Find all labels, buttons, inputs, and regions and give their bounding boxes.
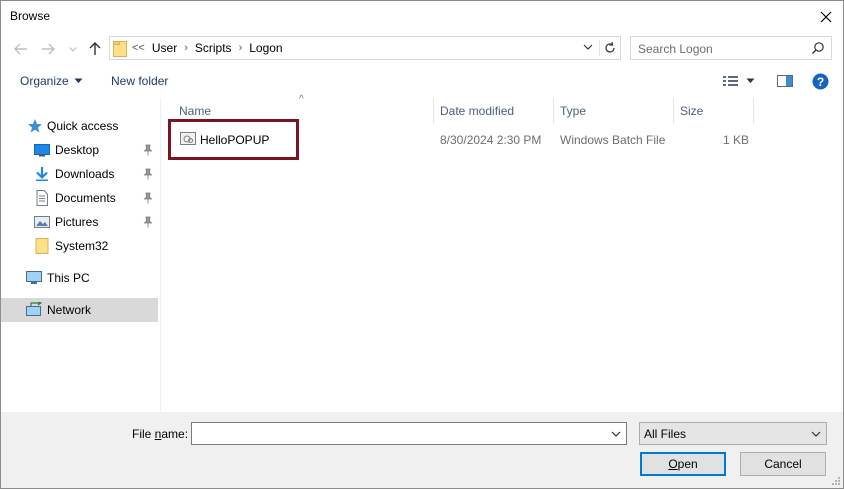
column-header-date[interactable]: Date modified	[434, 98, 554, 124]
address-history-button[interactable]	[582, 41, 596, 55]
preview-pane-icon[interactable]	[776, 73, 794, 89]
back-button[interactable]	[12, 39, 30, 59]
computer-icon	[26, 271, 42, 284]
caret-down-icon[interactable]	[746, 78, 755, 84]
view-options-icon[interactable]	[722, 73, 740, 89]
pin-icon[interactable]	[143, 144, 153, 156]
sidebar-item-label: Desktop	[55, 143, 100, 157]
sidebar-item-label: Documents	[55, 191, 116, 205]
search-placeholder: Search Logon	[638, 42, 713, 56]
address-bar[interactable]: << User › Scripts › Logon	[109, 36, 621, 60]
new-folder-button[interactable]: New folder	[111, 74, 168, 88]
command-toolbar: Organize New folder ?	[1, 67, 843, 97]
breadcrumb-item-logon[interactable]: Logon	[249, 41, 282, 55]
sidebar-item-label: Quick access	[47, 119, 119, 133]
organize-button[interactable]: Organize	[20, 74, 83, 88]
sidebar-item-label: Downloads	[55, 167, 115, 181]
chevron-down-icon	[811, 431, 821, 437]
organize-label: Organize	[20, 74, 69, 88]
folder-icon	[35, 238, 49, 254]
help-icon[interactable]: ?	[812, 73, 829, 90]
sidebar-item-documents[interactable]: Documents	[1, 186, 158, 210]
sidebar-item-quick-access[interactable]: Quick access	[1, 114, 158, 138]
sidebar-item-pictures[interactable]: Pictures	[1, 210, 158, 234]
up-button[interactable]	[86, 39, 104, 59]
back-arrow-icon	[14, 43, 27, 55]
browse-dialog: Browse << User › Scripts › Logon Search …	[0, 0, 844, 489]
title-bar: Browse	[1, 1, 843, 32]
caret-down-icon	[74, 78, 83, 83]
forward-arrow-icon	[42, 43, 55, 55]
close-icon	[820, 11, 832, 22]
documents-icon	[36, 190, 48, 206]
search-icon	[812, 42, 824, 54]
desktop-icon	[34, 144, 50, 157]
file-list: ^ Name Date modified Type Size HelloPOPU…	[162, 94, 843, 412]
sidebar-item-label: Network	[47, 303, 92, 317]
file-type: Windows Batch File	[560, 133, 666, 147]
up-arrow-icon	[89, 42, 101, 55]
cancel-button[interactable]: Cancel	[740, 452, 826, 476]
breadcrumb-separator-icon: ›	[238, 42, 243, 54]
sidebar-item-this-pc[interactable]: This PC	[1, 266, 158, 290]
breadcrumb-separator-icon: ›	[184, 42, 188, 54]
breadcrumb-item-scripts[interactable]: Scripts	[195, 41, 232, 55]
breadcrumb-overflow[interactable]: <<	[132, 42, 145, 54]
chevron-down-icon	[583, 44, 593, 50]
file-type-filter[interactable]: All Files	[639, 422, 827, 445]
forward-button[interactable]	[39, 39, 57, 59]
star-icon	[28, 119, 42, 133]
pin-icon[interactable]	[143, 192, 153, 204]
column-header-size[interactable]: Size	[674, 98, 754, 124]
recent-locations-button[interactable]	[64, 39, 82, 59]
file-date-modified: 8/30/2024 2:30 PM	[440, 133, 542, 147]
sidebar-item-network[interactable]: Network	[1, 298, 158, 322]
column-divider[interactable]	[753, 98, 754, 124]
sidebar-item-label: Pictures	[55, 215, 99, 229]
file-size: 1 KB	[723, 133, 750, 147]
file-name-label-part: ame:	[161, 427, 189, 441]
navigation-pane: Quick access Desktop Downloads Documents…	[1, 98, 161, 412]
column-header-label: Date modified	[440, 104, 515, 118]
sidebar-item-system32[interactable]: System32	[1, 234, 158, 258]
column-header-label: Name	[179, 104, 212, 118]
file-name-label: File name:	[132, 427, 188, 441]
file-name-field[interactable]	[192, 423, 602, 444]
close-button[interactable]	[809, 1, 843, 32]
pictures-icon	[34, 216, 50, 228]
sidebar-item-label: This PC	[47, 271, 90, 285]
open-button[interactable]: Open	[640, 452, 726, 476]
folder-icon	[113, 41, 127, 57]
column-header-label: Type	[560, 104, 587, 118]
open-button-label: pen	[677, 457, 698, 471]
chevron-down-icon[interactable]	[610, 428, 622, 440]
column-header-label: Size	[680, 104, 704, 118]
file-type-filter-value: All Files	[644, 427, 687, 441]
search-box[interactable]: Search Logon	[630, 36, 832, 60]
sidebar-item-desktop[interactable]: Desktop	[1, 138, 158, 162]
refresh-icon	[605, 41, 615, 53]
pin-icon[interactable]	[143, 168, 153, 180]
svg-text:?: ?	[817, 75, 824, 89]
resize-grip-icon[interactable]	[831, 476, 841, 486]
window-title: Browse	[10, 9, 51, 23]
network-icon	[26, 302, 42, 316]
sidebar-item-downloads[interactable]: Downloads	[1, 162, 158, 186]
refresh-button[interactable]	[599, 40, 617, 56]
navigation-bar: << User › Scripts › Logon Search Logon	[1, 36, 843, 62]
column-header-type[interactable]: Type	[554, 98, 674, 124]
breadcrumb-item-user[interactable]: User	[152, 41, 177, 55]
highlight-box	[168, 119, 299, 160]
dialog-footer: File name: All Files Open Cancel	[1, 412, 843, 488]
pin-icon[interactable]	[143, 216, 153, 228]
breadcrumb: << User › Scripts › Logon	[132, 41, 283, 55]
chevron-down-icon	[69, 46, 77, 52]
file-name-combobox[interactable]	[191, 422, 627, 445]
sidebar-item-label: System32	[55, 239, 109, 253]
download-icon	[36, 167, 48, 181]
open-button-accelerator: O	[668, 457, 678, 471]
file-name-label-part: File	[132, 427, 155, 441]
